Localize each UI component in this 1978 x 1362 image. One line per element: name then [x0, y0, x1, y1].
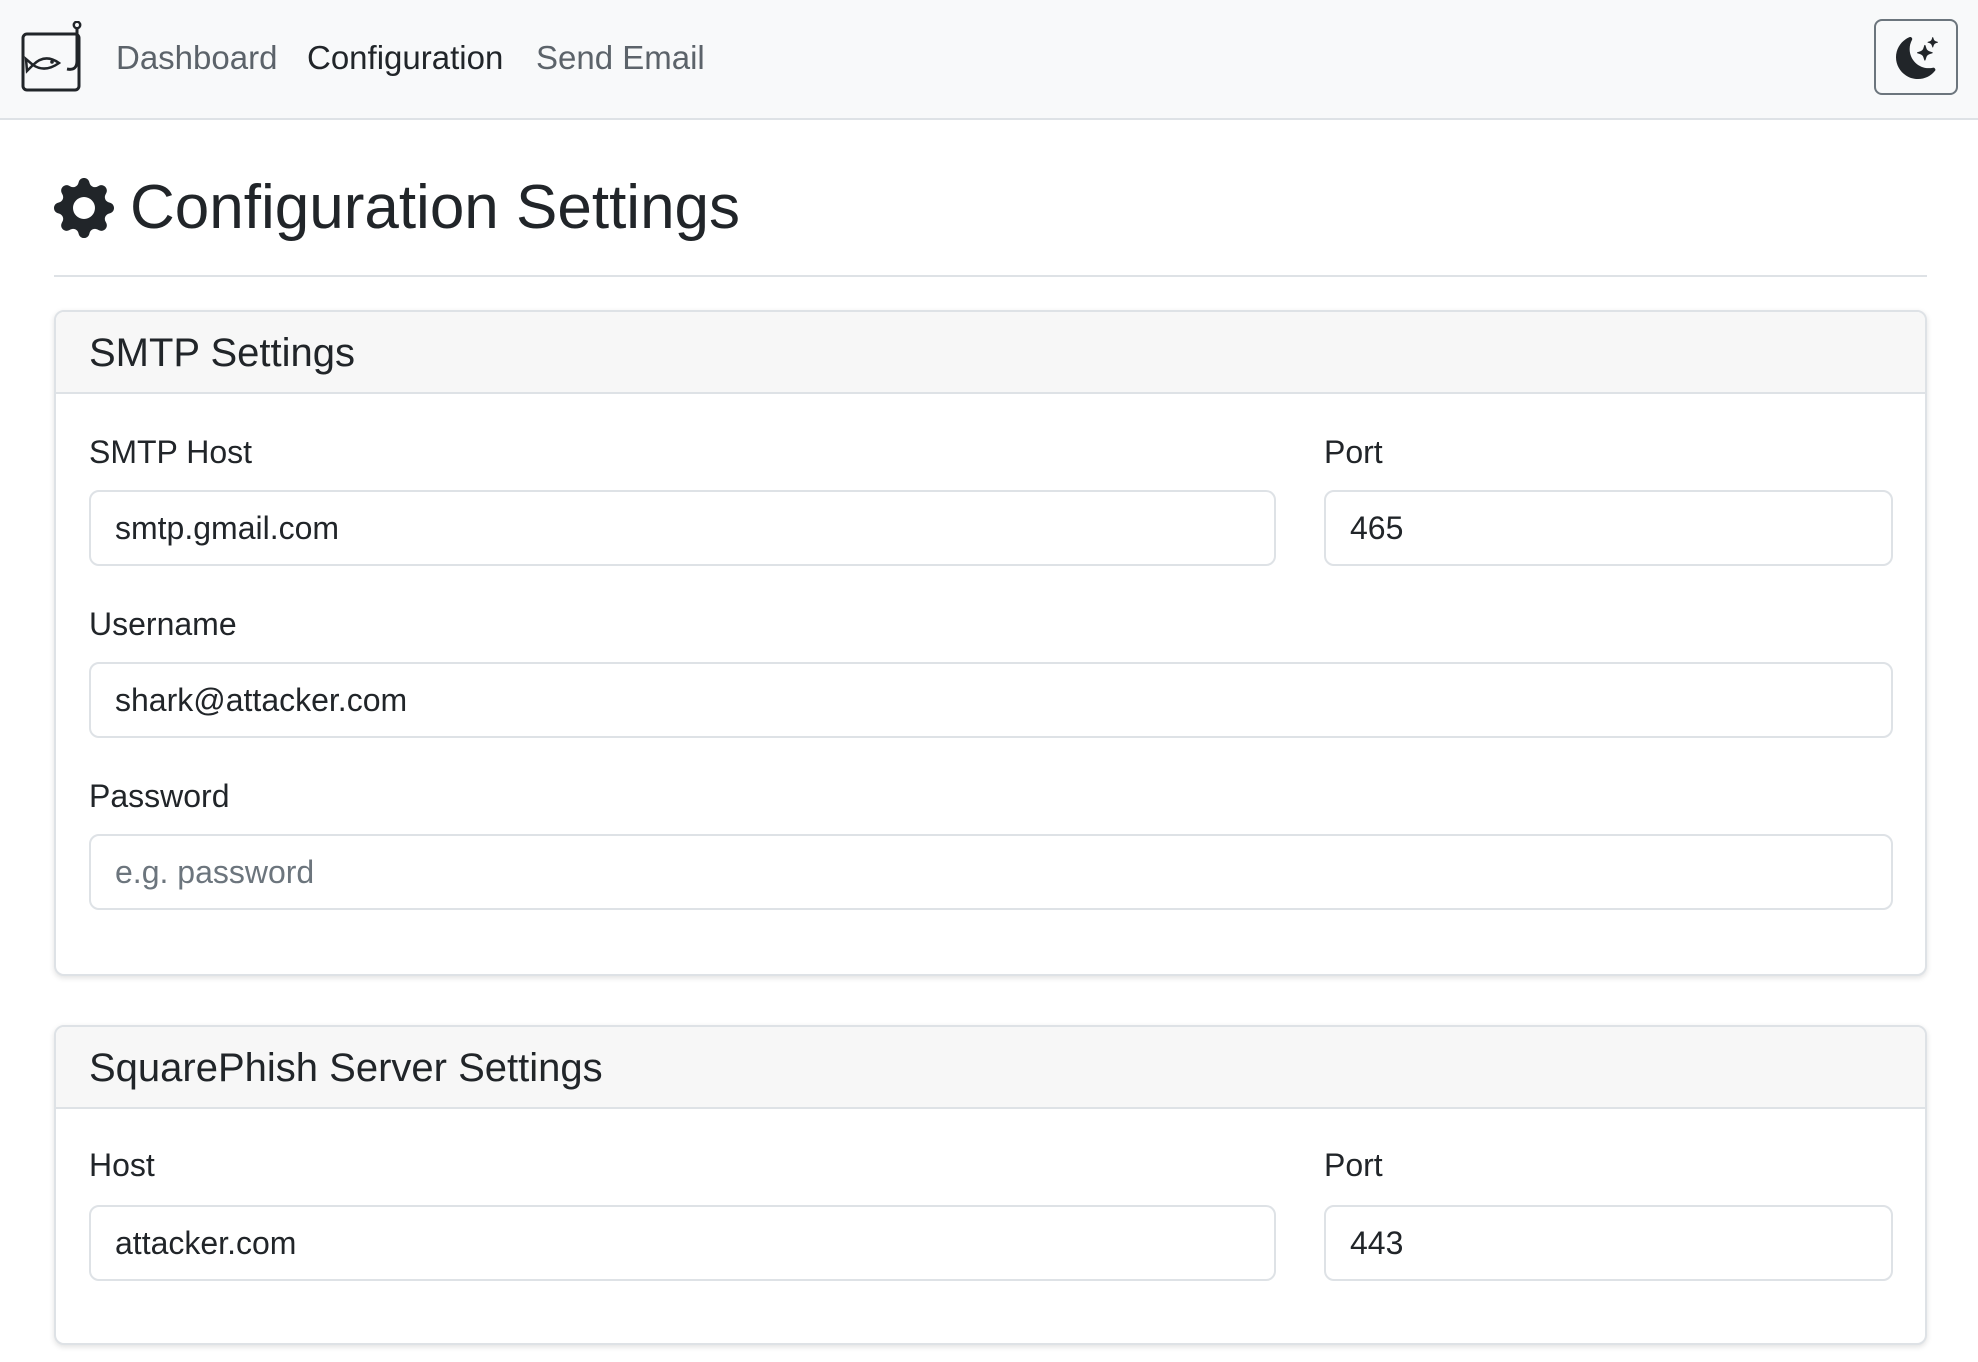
smtp-settings-card: SMTP Settings SMTP Host Port Username Pa… — [54, 310, 1927, 976]
card-header: SMTP Settings — [56, 312, 1925, 394]
username-label: Username — [89, 606, 237, 642]
server-port-label: Port — [1324, 1147, 1383, 1183]
nav-link-dashboard[interactable]: Dashboard — [116, 36, 277, 80]
smtp-host-label: SMTP Host — [89, 434, 252, 470]
password-label: Password — [89, 778, 230, 814]
gear-icon — [54, 178, 114, 238]
card-title: SquarePhish Server Settings — [89, 1046, 603, 1090]
navbar: Dashboard Configuration Send Email — [0, 0, 1978, 120]
server-host-label: Host — [89, 1147, 155, 1183]
divider — [54, 275, 1927, 277]
nav-link-configuration[interactable]: Configuration — [307, 36, 503, 80]
server-port-input[interactable] — [1324, 1205, 1893, 1281]
page-title: Configuration Settings — [54, 168, 740, 248]
squarephish-settings-card: SquarePhish Server Settings Host Port — [54, 1025, 1927, 1345]
password-input[interactable] — [89, 834, 1893, 910]
smtp-host-input[interactable] — [89, 490, 1276, 566]
moon-stars-icon — [1896, 37, 1938, 79]
fish-hook-logo-icon[interactable] — [21, 20, 85, 93]
page-title-text: Configuration Settings — [130, 173, 741, 242]
username-input[interactable] — [89, 662, 1893, 738]
server-host-input[interactable] — [89, 1205, 1276, 1281]
theme-toggle-button[interactable] — [1874, 19, 1958, 95]
smtp-port-label: Port — [1324, 434, 1383, 470]
smtp-port-input[interactable] — [1324, 490, 1893, 566]
card-title: SMTP Settings — [89, 331, 356, 375]
card-header: SquarePhish Server Settings — [56, 1027, 1925, 1109]
nav-link-send-email[interactable]: Send Email — [536, 36, 705, 80]
